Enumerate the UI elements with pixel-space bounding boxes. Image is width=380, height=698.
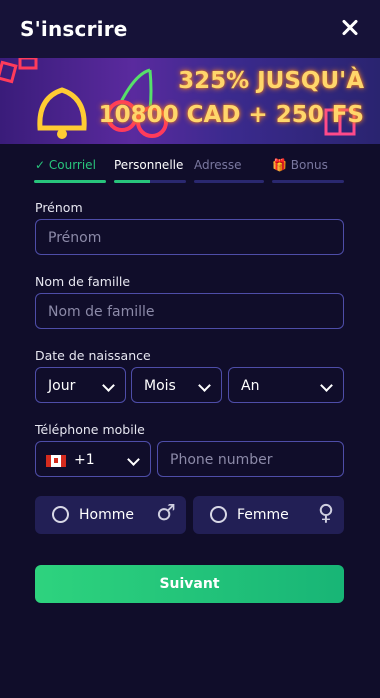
gender-female-option[interactable]: Femme ♀ xyxy=(193,496,344,534)
day-select[interactable]: Jour xyxy=(35,367,126,403)
step-personal-bar xyxy=(114,180,186,183)
step-bonus: 🎁 Bonus xyxy=(272,158,328,172)
header: S'inscrire xyxy=(0,0,380,58)
gender-female-label: Femme xyxy=(237,507,289,523)
first-name-label: Prénom xyxy=(35,200,83,215)
radio-male[interactable] xyxy=(52,506,69,523)
registration-steps: ✓ Courriel Personnelle Adresse 🎁 Bonus xyxy=(34,158,344,184)
phone-label: Téléphone mobile xyxy=(35,422,145,437)
promo-banner: 325% JUSQU'À 10800 CAD + 250 FS xyxy=(0,58,380,144)
chevron-down-icon xyxy=(320,379,333,392)
male-symbol-icon: ♂ xyxy=(156,501,176,526)
year-select-value: An xyxy=(241,378,260,394)
country-code-value: +1 xyxy=(74,452,95,468)
canada-flag-icon xyxy=(46,455,66,467)
step-address-bar xyxy=(194,180,264,183)
chevron-down-icon xyxy=(198,379,211,392)
page-title: S'inscrire xyxy=(20,17,128,41)
female-symbol-icon: ♀ xyxy=(317,501,334,526)
phone-number-placeholder: Phone number xyxy=(170,452,273,468)
chevron-down-icon xyxy=(127,453,140,466)
close-icon[interactable] xyxy=(338,16,362,40)
step-email: ✓ Courriel xyxy=(35,158,96,172)
phone-number-field[interactable]: Phone number xyxy=(157,441,344,477)
radio-female[interactable] xyxy=(210,506,227,523)
birthdate-label: Date de naissance xyxy=(35,348,151,363)
year-select[interactable]: An xyxy=(228,367,344,403)
next-button[interactable]: Suivant xyxy=(35,565,344,603)
country-code-select[interactable]: +1 xyxy=(35,441,151,477)
step-bonus-bar xyxy=(272,180,344,183)
step-personal: Personnelle xyxy=(114,158,184,172)
gender-male-label: Homme xyxy=(79,507,134,523)
month-select[interactable]: Mois xyxy=(131,367,222,403)
month-select-value: Mois xyxy=(144,378,176,394)
banner-headline: 325% JUSQU'À xyxy=(178,68,364,94)
step-address: Adresse xyxy=(194,158,242,172)
gift-icon: 🎁 xyxy=(272,158,287,172)
first-name-field[interactable]: Prénom xyxy=(35,219,344,255)
step-bonus-label: Bonus xyxy=(290,158,328,172)
last-name-placeholder: Nom de famille xyxy=(48,304,155,320)
banner-offer: 10800 CAD + 250 FS xyxy=(98,102,364,128)
step-email-bar xyxy=(34,180,106,183)
first-name-placeholder: Prénom xyxy=(48,230,102,246)
day-select-value: Jour xyxy=(48,378,76,394)
gender-male-option[interactable]: Homme ♂ xyxy=(35,496,186,534)
chevron-down-icon xyxy=(102,379,115,392)
last-name-field[interactable]: Nom de famille xyxy=(35,293,344,329)
last-name-label: Nom de famille xyxy=(35,274,131,289)
